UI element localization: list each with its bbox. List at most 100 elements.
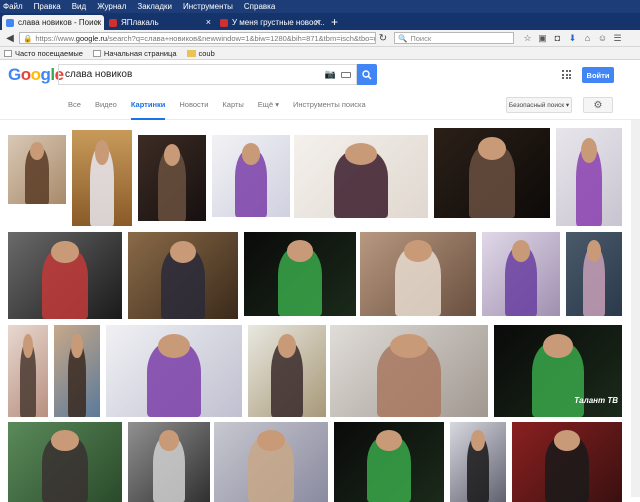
close-tab-icon[interactable]: × bbox=[315, 17, 320, 27]
tab-google-search[interactable]: слава новиков - Поиск ... × bbox=[2, 15, 104, 30]
scrollbar[interactable] bbox=[631, 120, 640, 497]
image-result-thumbnail[interactable] bbox=[106, 325, 242, 417]
image-result-thumbnail[interactable] bbox=[8, 422, 122, 502]
image-result-thumbnail[interactable] bbox=[244, 232, 356, 316]
image-result-thumbnail[interactable] bbox=[360, 232, 476, 316]
tab-maps[interactable]: Карты bbox=[222, 90, 243, 120]
image-result-thumbnail[interactable] bbox=[450, 422, 506, 502]
image-result-thumbnail[interactable] bbox=[128, 232, 238, 319]
face-shape bbox=[71, 334, 83, 359]
reload-icon[interactable]: ↻ bbox=[376, 32, 390, 44]
google-logo[interactable]: Google bbox=[8, 65, 64, 85]
new-tab-button[interactable]: + bbox=[325, 15, 344, 30]
bookmarks-toolbar: Часто посещаемые Начальная страница coub bbox=[0, 47, 640, 60]
home-icon[interactable]: ⌂ bbox=[580, 33, 595, 44]
image-result-thumbnail[interactable] bbox=[248, 325, 326, 417]
face-shape bbox=[471, 430, 485, 451]
image-result-thumbnail[interactable] bbox=[138, 135, 206, 221]
menu-edit[interactable]: Правка bbox=[34, 2, 61, 11]
image-result-thumbnail[interactable] bbox=[434, 128, 550, 218]
image-result-thumbnail[interactable] bbox=[128, 422, 210, 502]
keyboard-icon[interactable] bbox=[341, 71, 351, 78]
url-rest: /search?q=слава+новиков&newwindow=1&biw=… bbox=[107, 33, 376, 43]
close-tab-icon[interactable]: × bbox=[206, 17, 211, 27]
chat-icon[interactable]: ☺ bbox=[595, 33, 610, 44]
bookmark-start-page[interactable]: Начальная страница bbox=[92, 49, 177, 58]
tab-video[interactable]: Видео bbox=[95, 90, 117, 120]
bookmark-most-visited[interactable]: Часто посещаемые bbox=[4, 49, 83, 58]
bookmark-coub[interactable]: coub bbox=[186, 49, 215, 58]
face-shape bbox=[390, 334, 428, 359]
image-results-grid: Талант ТВ bbox=[0, 120, 640, 502]
apps-grid-icon[interactable] bbox=[562, 70, 571, 79]
menu-view[interactable]: Вид bbox=[72, 2, 86, 11]
image-result-thumbnail[interactable] bbox=[334, 422, 444, 502]
google-header: Google слава новиков 📷 Войти bbox=[0, 60, 640, 90]
face-shape bbox=[404, 240, 432, 263]
tab-yaplakal[interactable]: ЯПлакаль × bbox=[105, 15, 215, 30]
reading-list-icon[interactable]: ▣ bbox=[535, 33, 550, 44]
search-placeholder: Поиск bbox=[410, 33, 432, 43]
pocket-icon[interactable]: ◘ bbox=[550, 33, 565, 44]
tab-title: ЯПлакаль bbox=[121, 18, 159, 27]
tab-all[interactable]: Все bbox=[68, 90, 81, 120]
bookmark-icon bbox=[92, 49, 101, 57]
tab-more[interactable]: Ещё ▾ bbox=[258, 90, 279, 120]
magnifier-icon bbox=[362, 69, 372, 80]
image-result-thumbnail[interactable] bbox=[556, 128, 622, 226]
image-result-thumbnail[interactable] bbox=[54, 325, 100, 417]
face-shape bbox=[157, 334, 191, 359]
tab-images[interactable]: Картинки bbox=[130, 90, 166, 120]
menu-history[interactable]: Журнал bbox=[97, 2, 126, 11]
search-icon: 🔍 bbox=[398, 33, 408, 43]
safe-search-dropdown[interactable]: Безопасный поиск ▾ bbox=[506, 97, 572, 113]
image-result-thumbnail[interactable] bbox=[214, 422, 328, 502]
menu-file[interactable]: Файл bbox=[3, 2, 23, 11]
google-favicon-icon bbox=[6, 18, 14, 27]
face-shape bbox=[587, 240, 601, 263]
google-search-button[interactable] bbox=[357, 64, 377, 85]
menu-bookmarks[interactable]: Закладки bbox=[137, 2, 172, 11]
image-result-thumbnail[interactable] bbox=[212, 135, 290, 217]
face-shape bbox=[581, 137, 597, 164]
camera-icon[interactable]: 📷 bbox=[325, 69, 336, 80]
image-result-thumbnail[interactable] bbox=[72, 130, 132, 226]
image-result-thumbnail[interactable] bbox=[8, 232, 122, 319]
navigation-bar: ◀ 🔒 https://www. google.ru/search?q=слава… bbox=[0, 30, 640, 47]
face-shape bbox=[257, 430, 285, 451]
image-result-thumbnail[interactable] bbox=[8, 135, 66, 204]
back-icon[interactable]: ◀ bbox=[3, 32, 17, 44]
google-search-tabs: Все Видео Картинки Новости Карты Ещё ▾ И… bbox=[0, 90, 640, 120]
menu-help[interactable]: Справка bbox=[244, 2, 275, 11]
tab-news[interactable]: Новости bbox=[179, 90, 208, 120]
signin-button[interactable]: Войти bbox=[582, 67, 614, 83]
close-tab-icon[interactable]: × bbox=[95, 17, 100, 27]
face-shape bbox=[94, 139, 110, 165]
star-icon[interactable]: ☆ bbox=[520, 33, 535, 44]
face-shape bbox=[344, 143, 378, 165]
image-result-thumbnail[interactable] bbox=[512, 422, 622, 502]
bookmark-icon bbox=[4, 49, 12, 57]
image-result-thumbnail[interactable] bbox=[8, 325, 48, 417]
address-bar[interactable]: 🔒 https://www. google.ru/search?q=слава+н… bbox=[19, 32, 376, 44]
settings-gear-icon[interactable]: ⚙ bbox=[583, 97, 613, 113]
tab-title: У меня грустные новост... bbox=[232, 18, 324, 27]
menu-tools[interactable]: Инструменты bbox=[183, 2, 233, 11]
tab-bar: слава новиков - Поиск ... × ЯПлакаль × У… bbox=[0, 13, 640, 30]
toolbar-icons: ☆ ▣ ◘ ⬇ ⌂ ☺ ☰ bbox=[520, 33, 625, 44]
browser-search-input[interactable]: 🔍 Поиск bbox=[394, 32, 514, 44]
tab-sad-news[interactable]: У меня грустные новост... × bbox=[216, 15, 324, 30]
image-result-thumbnail[interactable]: Талант ТВ bbox=[494, 325, 622, 417]
image-result-thumbnail[interactable] bbox=[330, 325, 488, 417]
hamburger-menu-icon[interactable]: ☰ bbox=[610, 33, 625, 44]
image-result-thumbnail[interactable] bbox=[294, 135, 428, 218]
image-result-thumbnail[interactable] bbox=[566, 232, 622, 316]
face-shape bbox=[159, 430, 179, 451]
yaplakal-favicon-icon bbox=[220, 18, 228, 27]
google-search-input[interactable]: слава новиков 📷 bbox=[58, 64, 357, 85]
tab-search-tools[interactable]: Инструменты поиска bbox=[293, 90, 366, 120]
face-shape bbox=[241, 143, 261, 165]
face-shape bbox=[375, 430, 403, 451]
image-result-thumbnail[interactable] bbox=[482, 232, 560, 316]
download-icon[interactable]: ⬇ bbox=[565, 33, 580, 44]
